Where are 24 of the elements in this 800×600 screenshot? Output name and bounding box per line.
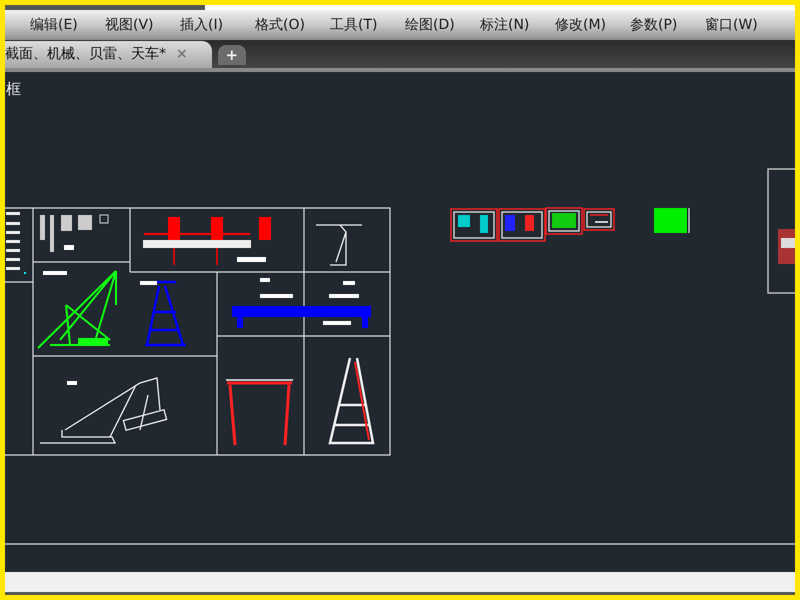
tower-drawing: [140, 280, 188, 346]
sheet-thumbnail-drawing: [450, 208, 498, 242]
parts-drawing: [40, 214, 108, 252]
menu-item[interactable]: 标注(N): [480, 14, 555, 36]
sheet-thumbnail-drawing: [583, 208, 615, 231]
menu-item[interactable]: 格式(O): [255, 14, 330, 36]
menu-item[interactable]: 工具(T): [330, 14, 405, 36]
menu-item[interactable]: 参数(P): [630, 14, 705, 36]
document-tab[interactable]: 截面、机械、贝雷、天车* ×: [5, 41, 212, 68]
hatched-plan-drawing: [654, 208, 690, 234]
tab-label: 截面、机械、贝雷、天车*: [5, 45, 166, 64]
menu-item[interactable]: 插入(I): [180, 14, 255, 36]
menu-item[interactable]: 修改(M): [555, 14, 630, 36]
sheet-thumbnail-drawing: [545, 207, 583, 235]
menu-item[interactable]: 编辑(E): [30, 14, 105, 36]
gantry-crane-drawing: [226, 379, 294, 446]
menu-item[interactable]: 绘图(D): [405, 14, 480, 36]
jib-crane-drawing: [315, 224, 363, 266]
menu-item[interactable]: 视图(V): [105, 14, 180, 36]
sheet-thumbnail-drawing: [498, 208, 546, 242]
legend-drawing: [6, 212, 26, 274]
menu-item[interactable]: 窗口(W): [705, 14, 780, 36]
viewport-label[interactable]: 框: [6, 78, 21, 100]
new-tab-button[interactable]: +: [218, 45, 246, 65]
